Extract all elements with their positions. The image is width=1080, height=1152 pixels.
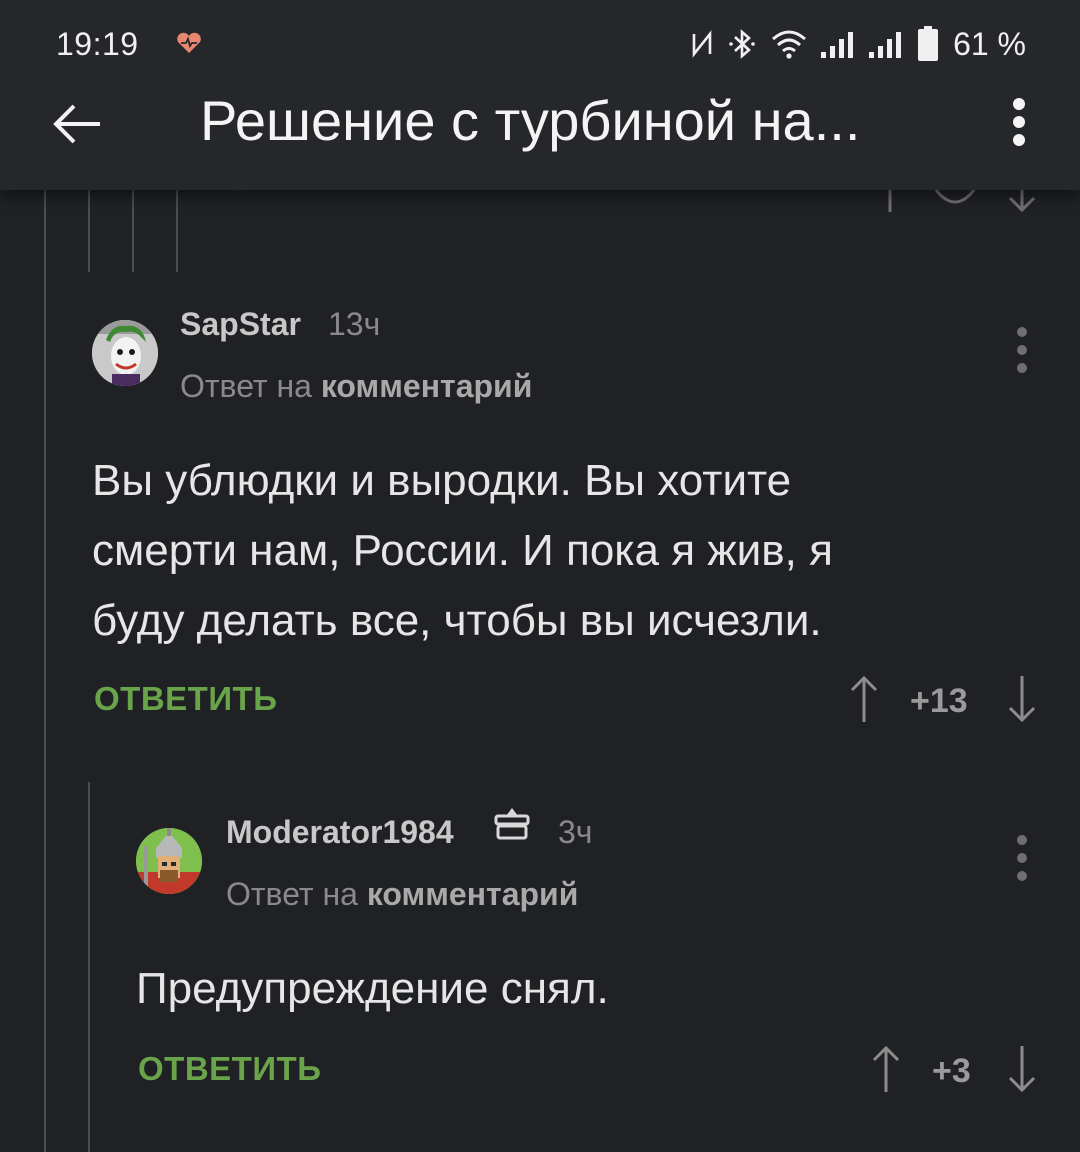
comment-text-line: буду делать все, чтобы вы исчезли. [92,596,822,645]
comment-text: Вы ублюдки и выродки. Вы хотите смерти н… [92,446,833,656]
thread-line [132,190,134,272]
arrow-down-icon[interactable] [1004,1044,1040,1094]
thread-line [88,190,90,272]
wifi-icon [772,30,807,59]
battery-icon [918,26,939,61]
signal-icon [869,32,902,58]
thread-line [88,782,90,1152]
bluetooth-icon [729,29,755,59]
reply-button[interactable]: ОТВЕТИТЬ [94,680,277,718]
time-ago: 3ч [558,814,593,850]
username[interactable]: Moderator1984 [226,814,454,851]
nfc-icon [692,30,712,58]
vote-score: +3 [932,1052,971,1090]
reply-to-link[interactable]: комментарий [367,876,579,912]
signal-icon [821,32,854,58]
avatar[interactable] [92,320,158,386]
comment-text: Предупреждение снял. [136,954,609,1024]
arrow-up-icon[interactable] [846,674,882,724]
thread-line [176,190,178,272]
reply-to-prefix: Ответ на [226,876,358,912]
screen: ОТВЕТИТЬ 19:19 [0,0,1080,1152]
avatar[interactable] [136,828,202,894]
vote-score: +13 [910,682,968,720]
reply-button[interactable]: ОТВЕТИТЬ [138,1050,321,1088]
time-ago: 13ч [328,306,381,342]
more-vertical-icon[interactable] [1004,96,1034,156]
comment-text-line: Вы ублюдки и выродки. Вы хотите [92,456,792,505]
comment-text-line: смерти нам, России. И пока я жив, я [92,526,833,575]
status-icons: 61 % [691,24,1026,64]
knight-avatar-icon [136,828,202,894]
reply-to-label: Ответ на комментарий [180,368,532,405]
arrow-up-icon[interactable] [868,1044,904,1094]
reply-to-link[interactable]: комментарий [321,368,533,404]
thread-line [44,190,46,1152]
app-bar: 19:19 61 % Решение с турбиной на... [0,0,1080,190]
status-time: 19:19 [56,26,139,62]
arrow-down-icon[interactable] [1004,674,1040,724]
reply-to-label: Ответ на комментарий [226,876,578,913]
moderator-badge-icon [494,808,530,840]
arrow-left-icon[interactable] [50,96,106,152]
battery-percent: 61 % [953,25,1026,62]
comment-menu-icon[interactable] [1012,834,1032,884]
page-title: Решение с турбиной на... [200,89,861,152]
joker-avatar-icon [92,320,158,386]
health-icon [177,32,201,53]
reply-to-prefix: Ответ на [180,368,312,404]
comment-text-line: Предупреждение снял. [136,964,609,1013]
comment-menu-icon[interactable] [1012,326,1032,376]
username[interactable]: SapStar [180,306,301,343]
